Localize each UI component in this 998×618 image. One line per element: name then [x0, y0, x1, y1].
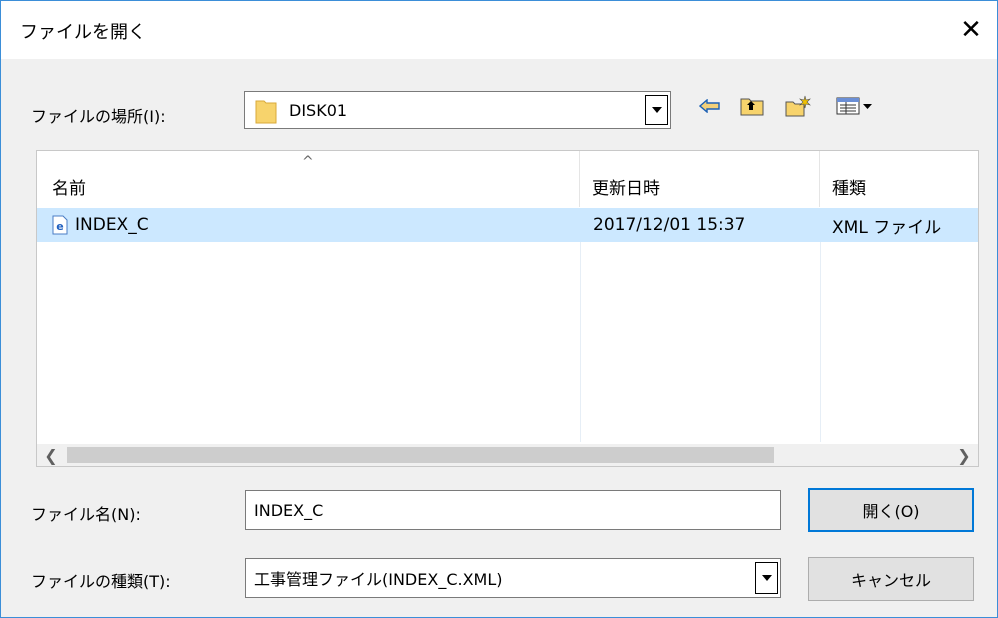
column-header-modified[interactable]: 更新日時 — [580, 151, 820, 207]
column-header-name[interactable]: 名前 ^ — [37, 151, 580, 207]
location-combo[interactable]: DISK01 — [244, 91, 671, 129]
filename-input[interactable]: INDEX_C — [245, 490, 781, 530]
sort-ascending-icon: ^ — [302, 154, 314, 170]
file-list[interactable]: 名前 ^ 更新日時 種類 e INDEX_C 2017/12/01 15:37 … — [36, 150, 979, 467]
xml-file-icon: e — [52, 215, 68, 235]
folder-icon — [255, 98, 277, 129]
back-button[interactable] — [695, 91, 725, 121]
view-menu-button[interactable] — [833, 91, 879, 121]
new-folder-button[interactable] — [783, 91, 813, 121]
up-folder-icon — [740, 98, 764, 116]
filetype-label: ファイルの種類(T): — [31, 572, 171, 591]
file-name-cell[interactable]: e INDEX_C — [52, 208, 149, 242]
details-view-icon — [836, 97, 872, 115]
location-label: ファイルの場所(I): — [31, 107, 166, 126]
location-dropdown-button[interactable] — [645, 95, 668, 125]
svg-text:e: e — [56, 220, 63, 233]
filetype-value: 工事管理ファイル(INDEX_C.XML) — [254, 570, 503, 589]
title-bar: ファイルを開く ✕ — [1, 1, 997, 59]
scroll-right-icon[interactable]: ❯ — [952, 444, 976, 466]
scroll-left-icon[interactable]: ❮ — [39, 444, 63, 466]
up-folder-button[interactable] — [737, 91, 767, 121]
filetype-dropdown-button[interactable] — [755, 562, 778, 594]
column-header-type[interactable]: 種類 — [820, 151, 978, 207]
open-file-dialog: ファイルを開く ✕ ファイルの場所(I): DISK01 名前 ^ 更新日時 種… — [0, 0, 998, 618]
close-button[interactable]: ✕ — [945, 1, 997, 59]
new-folder-icon — [785, 95, 811, 117]
filetype-combo[interactable]: 工事管理ファイル(INDEX_C.XML) — [245, 558, 781, 598]
file-modified-cell: 2017/12/01 15:37 — [593, 215, 746, 235]
back-arrow-icon — [699, 99, 720, 113]
cancel-button[interactable]: キャンセル — [808, 557, 974, 601]
file-type-cell: XML ファイル — [832, 217, 942, 238]
close-icon: ✕ — [960, 15, 982, 45]
scrollbar-thumb[interactable] — [67, 447, 774, 463]
horizontal-scrollbar[interactable]: ❮ ❯ — [37, 444, 978, 466]
filename-label: ファイル名(N): — [31, 505, 141, 524]
dialog-title: ファイルを開く — [20, 22, 146, 43]
location-value: DISK01 — [289, 100, 348, 120]
open-button[interactable]: 開く(O) — [808, 488, 974, 532]
